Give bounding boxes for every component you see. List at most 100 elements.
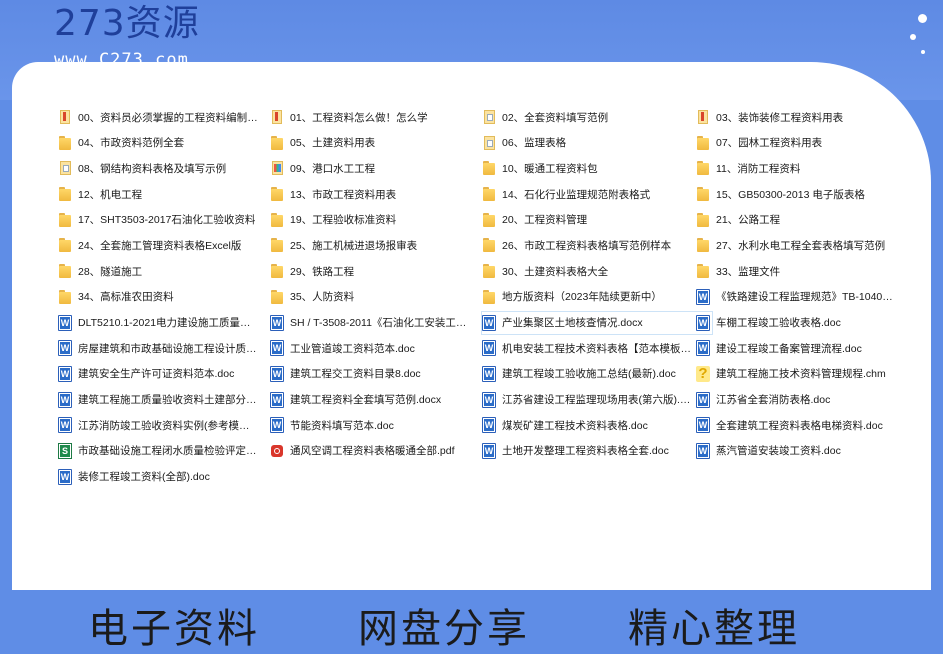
file-item[interactable]: 蒸汽管道安装竣工资料.doc xyxy=(696,440,896,462)
file-item[interactable]: 建筑安全生产许可证资料范本.doc xyxy=(58,363,258,385)
file-item[interactable]: 装修工程竣工资料(全部).doc xyxy=(58,466,258,488)
file-name: 14、石化行业监理规范附表格式 xyxy=(502,188,651,201)
file-item[interactable]: 房屋建筑和市政基础设施工程设计质量检查报... xyxy=(58,337,258,359)
folder-item[interactable]: 28、隧道施工 xyxy=(58,260,258,282)
brand-logo: 273资源 xyxy=(54,3,200,44)
folder-item[interactable]: 19、工程验收标准资料 xyxy=(270,209,470,231)
slogan-netdisk-share: 网盘分享 xyxy=(358,606,530,652)
folder-icon xyxy=(270,237,284,253)
file-name: 05、土建资料用表 xyxy=(290,137,376,150)
folder-item[interactable]: 01、工程资料怎么做！怎么学 xyxy=(270,106,470,128)
file-row: 00、资料员必须掌握的工程资料编制规程（重... 01、工程资料怎么做！怎么学 02… xyxy=(58,106,918,132)
word-document-icon xyxy=(58,468,72,485)
file-item[interactable]: 产业集聚区土地核查情况.docx xyxy=(481,310,713,335)
file-item[interactable]: SH / T-3508-2011《石油化工安装工程施工质... xyxy=(270,312,470,334)
folder-item[interactable]: 06、监理表格 xyxy=(482,132,692,154)
file-item[interactable]: 建筑工程资料全套填写范例.docx xyxy=(270,389,470,411)
file-name: 建筑安全生产许可证资料范本.doc xyxy=(78,368,235,381)
file-name: 江苏省建设工程监理现场用表(第六版).doc xyxy=(502,394,692,407)
folder-item[interactable]: 09、港口水工工程 xyxy=(270,157,470,179)
file-name: 节能资料填写范本.doc xyxy=(290,419,394,432)
file-item[interactable]: 建筑工程施工质量验收资料土建部分.doc xyxy=(58,389,258,411)
decor-dot xyxy=(910,34,916,40)
file-name: 蒸汽管道安装竣工资料.doc xyxy=(716,445,841,458)
file-item[interactable]: 建筑工程竣工验收施工总结(最新).doc xyxy=(482,363,692,385)
file-item[interactable]: 江苏省全套消防表格.doc xyxy=(696,389,896,411)
file-name: 11、消防工程资料 xyxy=(716,162,801,175)
folder-icon xyxy=(270,135,284,151)
folder-icon xyxy=(270,263,284,279)
folder-item[interactable]: 12、机电工程 xyxy=(58,183,258,205)
folder-item[interactable]: 21、公路工程 xyxy=(696,209,896,231)
folder-item[interactable]: 30、土建资料表格大全 xyxy=(482,260,692,282)
word-document-icon xyxy=(270,417,284,434)
folder-icon xyxy=(270,212,284,228)
folder-icon xyxy=(270,289,284,305)
folder-item[interactable]: 11、消防工程资料 xyxy=(696,157,896,179)
folder-icon xyxy=(58,160,72,176)
folder-icon xyxy=(58,212,72,228)
folder-item[interactable]: 05、土建资料用表 xyxy=(270,132,470,154)
file-name: 煤炭矿建工程技术资料表格.doc xyxy=(502,419,648,432)
folder-icon xyxy=(270,160,284,176)
folder-item[interactable]: 20、工程资料管理 xyxy=(482,209,692,231)
folder-item[interactable]: 35、人防资料 xyxy=(270,286,470,308)
folder-icon xyxy=(696,212,710,228)
folder-item[interactable]: 14、石化行业监理规范附表格式 xyxy=(482,183,692,205)
folder-item[interactable]: 00、资料员必须掌握的工程资料编制规程（重... xyxy=(58,106,258,128)
file-name: SH / T-3508-2011《石油化工安装工程施工质... xyxy=(290,317,470,329)
file-item[interactable]: 全套建筑工程资料表格电梯资料.doc xyxy=(696,414,896,436)
file-name: 市政基础设施工程闭水质量检验评定表.xls xyxy=(78,445,258,458)
file-name: 装修工程竣工资料(全部).doc xyxy=(78,471,210,484)
file-item[interactable]: DLT5210.1-2021电力建设施工质量验收规程... xyxy=(58,312,258,334)
file-item[interactable]: 节能资料填写范本.doc xyxy=(270,414,470,436)
folder-item[interactable]: 15、GB50300-2013 电子版表格 xyxy=(696,183,896,205)
folder-icon xyxy=(58,109,72,125)
word-document-icon xyxy=(482,442,496,459)
folder-item[interactable]: 13、市政工程资料用表 xyxy=(270,183,470,205)
word-document-icon xyxy=(58,340,72,357)
word-document-icon xyxy=(696,314,710,331)
file-item[interactable]: 车棚工程竣工验收表格.doc xyxy=(696,312,896,334)
word-document-icon xyxy=(482,340,496,357)
file-name: 《铁路建设工程监理规范》TB-10402-201.doc xyxy=(716,291,896,304)
file-name: 26、市政工程资料表格填写范例样本 xyxy=(502,239,672,252)
folder-item[interactable]: 04、市政资料范例全套 xyxy=(58,132,258,154)
file-item[interactable]: 通风空调工程资料表格暖通全部.pdf xyxy=(270,440,470,462)
file-item[interactable]: 市政基础设施工程闭水质量检验评定表.xls xyxy=(58,440,258,462)
folder-item[interactable]: 17、SHT3503-2017石油化工验收资料 xyxy=(58,209,258,231)
file-item[interactable]: 建筑工程交工资料目录8.doc xyxy=(270,363,470,385)
folder-item[interactable]: 07、园林工程资料用表 xyxy=(696,132,896,154)
folder-icon xyxy=(482,186,496,202)
folder-item[interactable]: 27、水利水电工程全套表格填写范例 xyxy=(696,234,896,256)
folder-item[interactable]: 24、全套施工管理资料表格Excel版 xyxy=(58,234,258,256)
file-name: 24、全套施工管理资料表格Excel版 xyxy=(78,239,242,252)
file-name: 机电安装工程技术资料表格【范本模板】.doc xyxy=(502,342,692,355)
folder-item[interactable]: 33、监理文件 xyxy=(696,260,896,282)
folder-item[interactable]: 26、市政工程资料表格填写范例样本 xyxy=(482,234,692,256)
file-item[interactable]: 江苏消防竣工验收资料实例(参考模板).doc xyxy=(58,414,258,436)
folder-item[interactable]: 10、暖通工程资料包 xyxy=(482,157,692,179)
folder-item[interactable]: 29、铁路工程 xyxy=(270,260,470,282)
word-document-icon xyxy=(58,417,72,434)
file-item[interactable]: 《铁路建设工程监理规范》TB-10402-201.doc xyxy=(696,286,896,308)
file-item[interactable]: 土地开发整理工程资料表格全套.doc xyxy=(482,440,692,462)
file-name: 33、监理文件 xyxy=(716,265,781,278)
word-document-icon xyxy=(270,340,284,357)
word-document-icon xyxy=(696,442,710,459)
file-item[interactable]: 工业管道竣工资料范本.doc xyxy=(270,337,470,359)
file-item[interactable]: 建设工程竣工备案管理流程.doc xyxy=(696,337,896,359)
file-item[interactable]: 建筑工程施工技术资料管理规程.chm xyxy=(696,363,896,385)
folder-item[interactable]: 地方版资料（2023年陆续更新中） xyxy=(482,286,692,308)
folder-item[interactable]: 02、全套资料填写范例 xyxy=(482,106,692,128)
folder-item[interactable]: 34、高标准农田资料 xyxy=(58,286,258,308)
decor-dot xyxy=(918,14,927,23)
file-item[interactable]: 煤炭矿建工程技术资料表格.doc xyxy=(482,414,692,436)
folder-item[interactable]: 25、施工机械进退场报审表 xyxy=(270,234,470,256)
file-name: 建筑工程施工技术资料管理规程.chm xyxy=(716,368,886,381)
file-item[interactable]: 机电安装工程技术资料表格【范本模板】.doc xyxy=(482,337,692,359)
file-name: 房屋建筑和市政基础设施工程设计质量检查报... xyxy=(78,342,258,355)
file-item[interactable]: 江苏省建设工程监理现场用表(第六版).doc xyxy=(482,389,692,411)
folder-item[interactable]: 03、装饰装修工程资料用表 xyxy=(696,106,896,128)
folder-item[interactable]: 08、钢结构资料表格及填写示例 xyxy=(58,157,258,179)
